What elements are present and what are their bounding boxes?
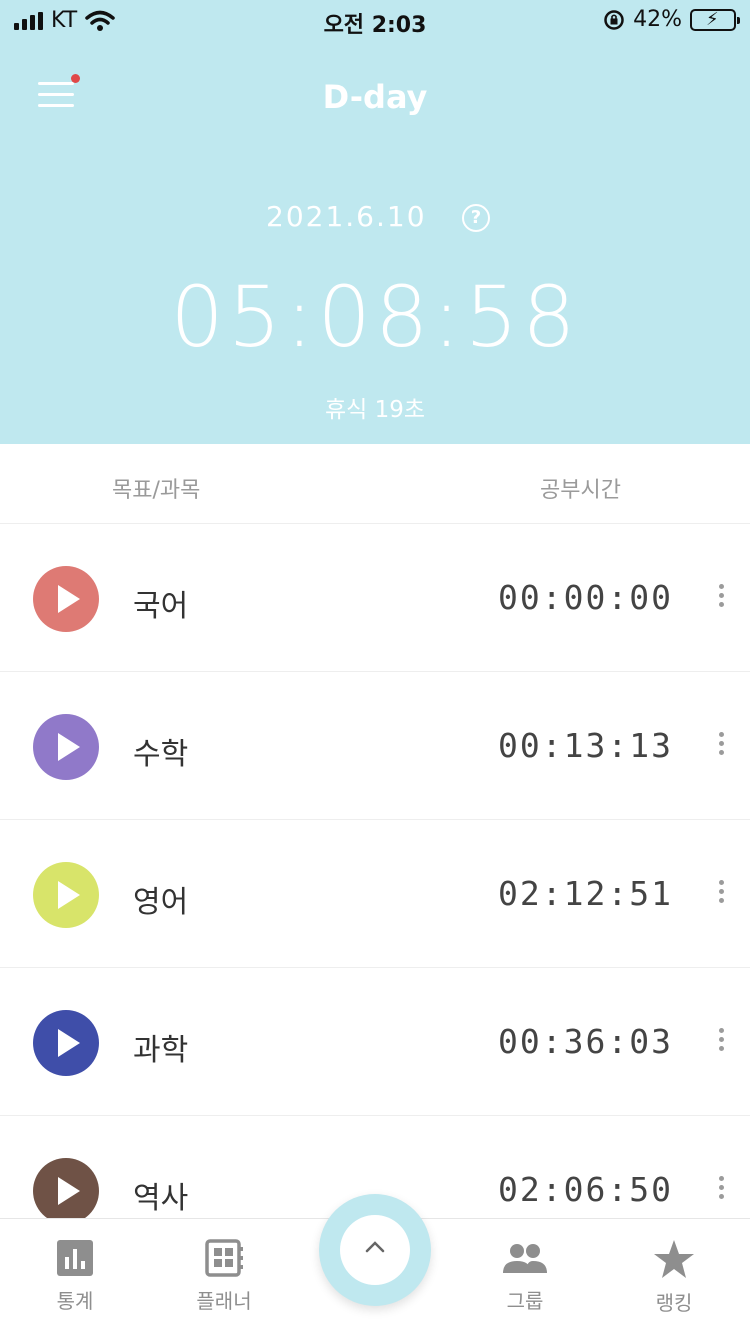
play-button[interactable] (33, 714, 99, 780)
play-button[interactable] (33, 862, 99, 928)
play-button[interactable] (33, 566, 99, 632)
battery-icon: ⚡ (690, 8, 740, 31)
column-subject: 목표/과목 (112, 478, 201, 503)
page-title: D-day (322, 78, 428, 116)
subject-row: 수학 00:13:13 (0, 672, 750, 820)
rest-time: 휴식 19초 (324, 397, 426, 423)
list-header: 목표/과목 공부시간 (0, 446, 750, 524)
battery-percent: 42% (633, 7, 682, 32)
tab-group[interactable]: 그룹 (465, 1239, 585, 1314)
total-timer: 05:08:58 (170, 268, 580, 366)
planner-icon (205, 1239, 243, 1277)
more-icon[interactable] (716, 880, 726, 906)
tab-label: 그룹 (506, 1289, 544, 1313)
subject-row: 국어 00:00:00 (0, 524, 750, 672)
rotation-lock-icon (604, 9, 624, 30)
subject-name: 역사 (133, 1181, 189, 1216)
subject-name: 과학 (133, 1033, 189, 1068)
more-icon[interactable] (716, 584, 726, 610)
subject-time: 00:36:03 (498, 1022, 673, 1061)
subject-name: 영어 (133, 885, 189, 920)
tab-ranking[interactable]: 랭킹 (614, 1239, 734, 1316)
header-panel: KT 오전 2:03 42% ⚡ D-day 2021.6.10 ? 05:08… (0, 0, 750, 444)
play-button[interactable] (33, 1010, 99, 1076)
tab-planner[interactable]: 플래너 (164, 1239, 284, 1314)
tab-label: 랭킹 (655, 1291, 693, 1315)
subject-row: 영어 02:12:51 (0, 820, 750, 968)
status-bar: KT 오전 2:03 42% ⚡ (0, 0, 750, 40)
tab-stats[interactable]: 통계 (15, 1239, 135, 1314)
more-icon[interactable] (716, 1028, 726, 1054)
subject-row: 과학 00:36:03 (0, 968, 750, 1116)
status-right: 42% ⚡ (603, 7, 740, 32)
subject-time: 00:00:00 (498, 578, 673, 617)
play-button[interactable] (33, 1158, 99, 1224)
tab-label: 플래너 (196, 1289, 252, 1313)
column-study-time: 공부시간 (540, 478, 621, 503)
tab-label: 통계 (56, 1289, 94, 1313)
group-icon (503, 1244, 547, 1273)
subject-name: 수학 (133, 737, 189, 772)
bar-chart-icon (57, 1240, 93, 1276)
expand-button[interactable] (340, 1215, 410, 1285)
star-icon (654, 1240, 694, 1278)
help-icon[interactable]: ? (462, 204, 490, 232)
subject-time: 00:13:13 (498, 726, 673, 765)
date-label: 2021.6.10 (266, 200, 427, 233)
subject-name: 국어 (133, 589, 189, 624)
more-icon[interactable] (716, 1176, 726, 1202)
more-icon[interactable] (716, 732, 726, 758)
chevron-up-icon (365, 1241, 385, 1253)
subject-time: 02:06:50 (498, 1170, 673, 1209)
subject-time: 02:12:51 (498, 874, 673, 913)
